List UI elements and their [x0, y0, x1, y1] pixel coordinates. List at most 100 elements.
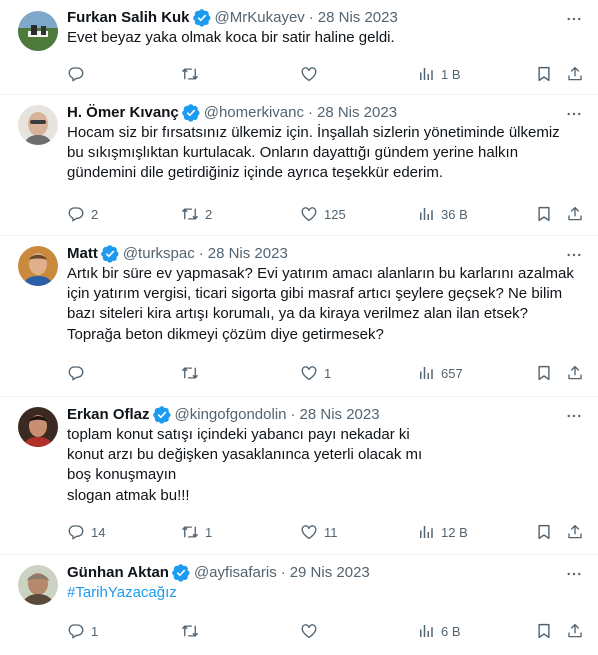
tweet-date[interactable]: 29 Nis 2023 [290, 563, 370, 583]
tweet-date[interactable]: 28 Nis 2023 [208, 244, 288, 264]
hashtag-link[interactable]: #TarihYazacağız [67, 583, 572, 603]
reply-icon [67, 523, 85, 541]
author-handle[interactable]: @ayfisafaris [194, 563, 277, 583]
author-handle[interactable]: @kingofgondolin [175, 405, 287, 425]
views-button[interactable]: 657 [417, 362, 463, 384]
reply-button[interactable]: 14 [67, 521, 105, 543]
avatar[interactable] [18, 11, 58, 51]
share-button[interactable] [566, 203, 584, 225]
tweet-text-line: için yatırım vergisi, ticari sigorta gib… [67, 285, 563, 303]
tweet-text-line: boş konuşmayın [67, 466, 177, 484]
views-button[interactable]: 1 B [417, 63, 461, 85]
avatar[interactable] [18, 565, 58, 605]
like-button[interactable]: 125 [300, 203, 346, 225]
avatar[interactable] [18, 407, 58, 447]
tweet-actions: 14 1 11 12 B [67, 521, 587, 543]
tweet-text-line: toplam konut satışı içindeki yabancı pay… [67, 426, 410, 443]
author-name[interactable]: Matt [67, 244, 98, 264]
more-button[interactable] [562, 563, 586, 585]
bookmark-button[interactable] [535, 362, 553, 384]
like-button[interactable] [300, 620, 324, 642]
more-button[interactable] [562, 244, 586, 266]
bookmark-button[interactable] [535, 521, 553, 543]
retweet-icon [181, 523, 199, 541]
reply-button[interactable]: 1 [67, 620, 98, 642]
tweet-header: Furkan Salih Kuk @MrKukayev · 28 Nis 202… [67, 8, 398, 28]
share-button[interactable] [566, 521, 584, 543]
tweet-text-line: Artık bir süre ev yapmasak? Evi yatırım … [67, 265, 574, 282]
views-icon [417, 523, 435, 541]
views-button[interactable]: 6 B [417, 620, 461, 642]
tweet-text-line: Evet beyaz yaka olmak koca bir satir hal… [67, 29, 395, 46]
retweet-icon [181, 622, 199, 640]
views-icon [417, 205, 435, 223]
retweet-button[interactable]: 1 [181, 521, 212, 543]
share-button[interactable] [566, 620, 584, 642]
more-icon [565, 407, 583, 425]
tweet-date[interactable]: 28 Nis 2023 [300, 405, 380, 425]
tweet-date[interactable]: 28 Nis 2023 [318, 8, 398, 28]
like-button[interactable]: 11 [300, 521, 338, 543]
like-count: 11 [324, 524, 338, 540]
separator-dot: · [308, 9, 314, 26]
tweet[interactable]: Furkan Salih Kuk @MrKukayev · 28 Nis 202… [0, 0, 598, 95]
bookmark-button[interactable] [535, 63, 553, 85]
bookmark-button[interactable] [535, 620, 553, 642]
author-name[interactable]: Erkan Oflaz [67, 405, 150, 425]
author-name[interactable]: Furkan Salih Kuk [67, 8, 190, 28]
tweet-text: #TarihYazacağız [67, 583, 572, 603]
tweet-date[interactable]: 28 Nis 2023 [317, 103, 397, 123]
views-button[interactable]: 12 B [417, 521, 468, 543]
bookmark-icon [535, 364, 553, 382]
tweet-header: Erkan Oflaz @kingofgondolin · 28 Nis 202… [67, 405, 380, 425]
author-handle[interactable]: @homerkivanc [204, 103, 304, 123]
tweet-header: Matt @turkspac · 28 Nis 2023 [67, 244, 288, 264]
verified-badge-icon [172, 564, 190, 582]
verified-badge-icon [193, 9, 211, 27]
reply-button[interactable]: 2 [67, 203, 98, 225]
bookmark-button[interactable] [535, 203, 553, 225]
share-button[interactable] [566, 362, 584, 384]
retweet-icon [181, 364, 199, 382]
separator-dot: · [280, 564, 286, 581]
author-name[interactable]: Günhan Aktan [67, 563, 169, 583]
like-button[interactable]: 1 [300, 362, 331, 384]
tweet[interactable]: H. Ömer Kıvanç @homerkivanc · 28 Nis 202… [0, 95, 598, 236]
tweet-text-line: slogan atmak bu!!! [67, 486, 190, 504]
views-count: 1 B [441, 66, 461, 82]
reply-button[interactable] [67, 63, 91, 85]
more-icon [565, 10, 583, 28]
tweet-actions: 1 657 [67, 362, 587, 384]
share-button[interactable] [566, 63, 584, 85]
more-icon [565, 565, 583, 583]
like-icon [300, 205, 318, 223]
tweet-actions: 1 B [67, 63, 587, 85]
author-handle[interactable]: @MrKukayev [215, 8, 305, 28]
bookmark-icon [535, 622, 553, 640]
retweet-count: 1 [205, 524, 213, 540]
tweet-text: toplam konut satışı içindeki yabancı pay… [67, 425, 572, 506]
tweet[interactable]: Erkan Oflaz @kingofgondolin · 28 Nis 202… [0, 397, 598, 555]
author-handle[interactable]: @turkspac [123, 244, 195, 264]
separator-dot: · [198, 245, 204, 262]
like-count: 1 [324, 365, 332, 381]
author-name[interactable]: H. Ömer Kıvanç [67, 103, 179, 123]
verified-badge-icon [153, 406, 171, 424]
retweet-count: 2 [205, 206, 213, 222]
retweet-button[interactable] [181, 63, 205, 85]
verified-badge-icon [101, 245, 119, 263]
more-button[interactable] [562, 103, 586, 125]
avatar[interactable] [18, 105, 58, 145]
retweet-button[interactable]: 2 [181, 203, 212, 225]
tweet[interactable]: Günhan Aktan @ayfisafaris · 29 Nis 2023 … [0, 555, 598, 655]
views-button[interactable]: 36 B [417, 203, 468, 225]
reply-button[interactable] [67, 362, 91, 384]
retweet-button[interactable] [181, 620, 205, 642]
avatar[interactable] [18, 246, 58, 286]
more-button[interactable] [562, 405, 586, 427]
separator-dot: · [307, 104, 313, 121]
retweet-button[interactable] [181, 362, 205, 384]
tweet[interactable]: Matt @turkspac · 28 Nis 2023 Artık bir s… [0, 236, 598, 397]
like-button[interactable] [300, 63, 324, 85]
more-button[interactable] [562, 8, 586, 30]
